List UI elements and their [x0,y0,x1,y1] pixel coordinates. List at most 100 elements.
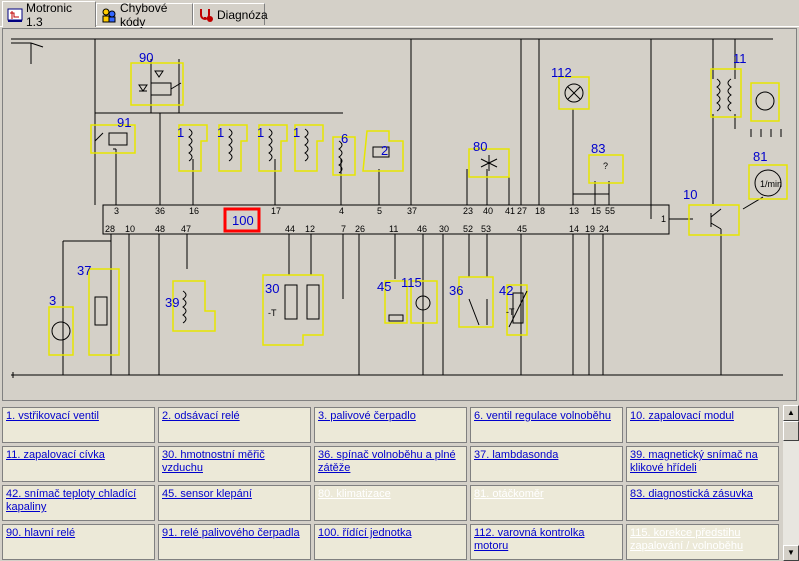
component-label[interactable]: 11 [733,51,747,66]
component-label[interactable]: 1 [293,125,300,140]
people-icon [101,7,117,23]
legend-cell: 42. snímač teploty chladící kapaliny [2,485,155,521]
arrow-up-icon: ▲ [787,408,795,417]
tab-bar: Motronic 1.3 Chybové kódy Diagnóza [0,0,799,29]
tab-divider [0,26,799,27]
ecu-pin: 40 [483,206,493,216]
legend-cell: 45. sensor klepání [158,485,311,521]
component-label[interactable]: 1 [177,125,184,140]
component-label[interactable]: 42 [499,283,513,298]
component-label[interactable]: 90 [139,50,153,65]
legend-link[interactable]: 37. lambdasonda [474,449,558,461]
legend-link[interactable]: 39. magnetický snímač na klikové hřídeli [630,449,758,474]
ecu-pin: 46 [417,224,427,234]
legend-link[interactable]: 42. snímač teploty chladící kapaliny [6,488,136,513]
legend-link[interactable]: 80. klimatizace [318,488,391,500]
legend-link[interactable]: 36. spínač volnoběhu a plné zátěže [318,449,456,474]
tab-label: Chybové kódy [120,0,168,29]
ecu-pin: 19 [585,224,595,234]
component-label[interactable]: 83 [591,141,605,156]
ecu-pin: 27 [517,206,527,216]
component-label[interactable]: 6 [341,131,348,146]
legend-scrollbar[interactable]: ▲ ▼ [783,405,799,561]
legend-link[interactable]: 3. palivové čerpadlo [318,410,416,422]
legend-cell: 115. korekce předstihu zapalování / voln… [626,524,779,560]
legend-cell: 81. otáčkoměr [470,485,623,521]
legend-cell: 2. odsávací relé [158,407,311,443]
question-label: ? [603,161,608,171]
ecu-pin: 14 [569,224,579,234]
legend-link[interactable]: 115. korekce předstihu zapalování / voln… [630,527,743,552]
component-label[interactable]: 80 [473,139,487,154]
tab-error-codes[interactable]: Chybové kódy [96,1,193,29]
ecu-pin: 41 [505,206,515,216]
ecu-pin: 4 [339,206,344,216]
ecu-pin: 18 [535,206,545,216]
tab-motronic[interactable]: Motronic 1.3 [2,1,96,29]
ecu-pin: 28 [105,224,115,234]
ecu-label[interactable]: 100 [232,213,254,228]
temp-label: -T [506,307,515,317]
ecu-pin: 7 [341,224,346,234]
legend-cell: 36. spínač volnoběhu a plné zátěže [314,446,467,482]
legend-cell: 90. hlavní relé [2,524,155,560]
legend-link[interactable]: 30. hmotnostní měřič vzduchu [162,449,265,474]
ecu-pin: 13 [569,206,579,216]
component-label[interactable]: 36 [449,283,463,298]
legend-link[interactable]: 100. řídící jednotka [318,527,412,539]
ecu-pin: 5 [377,206,382,216]
legend-link[interactable]: 2. odsávací relé [162,410,240,422]
legend-link[interactable]: 83. diagnostická zásuvka [630,488,753,500]
ecu-pin: 15 [591,206,601,216]
ecu-pin: 30 [439,224,449,234]
legend-cell: 3. palivové čerpadlo [314,407,467,443]
ecu-pin: 55 [605,206,615,216]
ecu-pin: 11 [389,224,398,234]
legend-cell: 100. řídící jednotka [314,524,467,560]
ecu-pin: 1 [661,214,666,224]
component-label[interactable]: 3 [49,293,56,308]
component-label[interactable]: 115 [401,275,422,290]
scroll-down-button[interactable]: ▼ [783,545,799,561]
legend-cell: 83. diagnostická zásuvka [626,485,779,521]
legend-link[interactable]: 1. vstřikovací ventil [6,410,99,422]
legend-link[interactable]: 81. otáčkoměr [474,488,544,500]
legend-cell: 91. relé palivového čerpadla [158,524,311,560]
tab-diagnosis[interactable]: Diagnóza [193,3,268,25]
ecu-pin: 47 [181,224,191,234]
component-label[interactable]: 39 [165,295,179,310]
legend-link[interactable]: 90. hlavní relé [6,527,75,539]
legend-cell: 39. magnetický snímač na klikové hřídeli [626,446,779,482]
component-label[interactable]: 112 [551,65,572,80]
legend-cell: 6. ventil regulace volnoběhu [470,407,623,443]
component-label[interactable]: 45 [377,279,391,294]
circuit-icon [7,7,23,23]
legend-link[interactable]: 11. zapalovací cívka [6,449,105,461]
legend-link[interactable]: 91. relé palivového čerpadla [162,527,300,539]
ecu-pin: 36 [155,206,165,216]
component-label[interactable]: 1 [217,125,224,140]
legend-cell: 37. lambdasonda [470,446,623,482]
legend-cell: 112. varovná kontrolka motoru [470,524,623,560]
component-label[interactable]: 30 [265,281,279,296]
component-label[interactable]: 91 [117,115,131,130]
component-label[interactable]: 37 [77,263,91,278]
tab-label: Diagnóza [217,7,268,22]
legend-link[interactable]: 6. ventil regulace volnoběhu [474,410,611,422]
legend-link[interactable]: 112. varovná kontrolka motoru [474,527,584,552]
ecu-pin: 52 [463,224,473,234]
scroll-thumb[interactable] [783,421,799,441]
ecu-pin: 48 [155,224,165,234]
ecu-pin: 3 [114,206,119,216]
scroll-up-button[interactable]: ▲ [783,405,799,421]
ecu-pin: 23 [463,206,473,216]
component-label[interactable]: 2 [381,143,388,158]
component-label[interactable]: 1 [257,125,264,140]
ecu-pin: 12 [305,224,315,234]
legend-link[interactable]: 10. zapalovací modul [630,410,734,422]
legend-link[interactable]: 45. sensor klepání [162,488,252,500]
component-label[interactable]: 81 [753,149,767,164]
wiring-diagram: 100 90 91 1 1 1 1 6 2 80 112 83 11 81 10… [2,28,797,401]
component-label[interactable]: 10 [683,187,697,202]
arrow-down-icon: ▼ [787,548,795,557]
